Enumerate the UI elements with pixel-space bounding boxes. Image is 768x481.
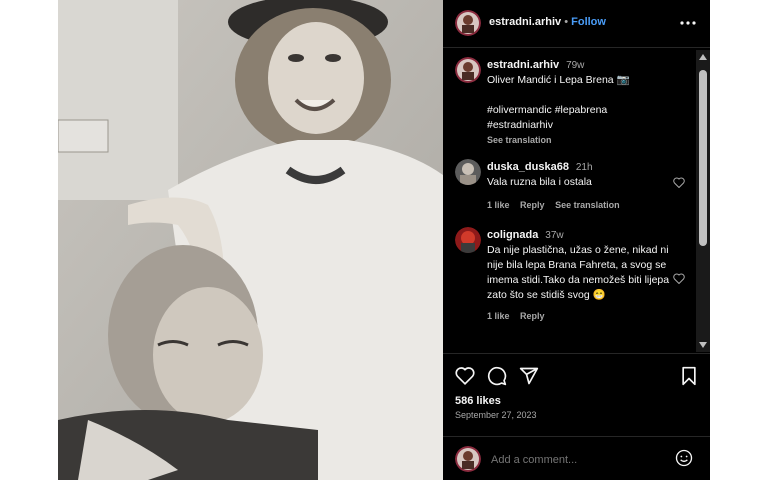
save-button[interactable] [680, 366, 698, 391]
avatar[interactable] [455, 159, 481, 185]
caption-time: 79w [566, 60, 585, 71]
caption-see-translation[interactable]: See translation [487, 133, 677, 148]
scrollbar-thumb[interactable] [699, 70, 707, 246]
share-button[interactable] [519, 366, 539, 391]
see-translation-link[interactable]: See translation [555, 200, 620, 210]
scroll-up-arrow-icon[interactable] [699, 54, 707, 60]
avatar-image [455, 10, 481, 36]
reply-button[interactable]: Reply [520, 200, 545, 210]
avatar[interactable] [455, 10, 481, 36]
heart-icon [673, 273, 685, 285]
comment-text: Da nije plastična, užas o žene, nikad ni… [487, 244, 670, 301]
heart-icon [455, 367, 475, 386]
post-image [58, 0, 443, 480]
more-options-icon[interactable] [679, 16, 697, 28]
comment-button[interactable] [487, 366, 507, 391]
avatar[interactable] [455, 227, 481, 253]
comment-text-block: duska_duska68 21h Vala ruzna bila i osta… [487, 160, 677, 213]
follow-button[interactable]: Follow [571, 16, 606, 28]
caption-text: Oliver Mandić i Lepa Brena 📷 [487, 74, 630, 86]
comment-username[interactable]: colignada [487, 229, 538, 241]
post-date: September 27, 2023 [455, 410, 537, 420]
post-panel: estradni.arhiv • Follow estradni.arhiv 7… [443, 0, 710, 480]
bookmark-icon [682, 366, 696, 386]
comments-scrollbar[interactable] [696, 50, 710, 352]
avatar [455, 446, 481, 472]
comment-input[interactable] [489, 450, 673, 470]
send-icon [519, 367, 539, 385]
post-actions: 586 likes September 27, 2023 [443, 353, 710, 436]
avatar-image [455, 159, 481, 185]
avatar-image [455, 227, 481, 253]
comment-likes[interactable]: 1 like [487, 200, 510, 210]
emoji-smile-icon [675, 449, 693, 467]
comment-meta: 1 like Reply See translation [487, 198, 677, 213]
comment-time: 37w [545, 230, 564, 241]
comments-section[interactable]: estradni.arhiv 79w Oliver Mandić i Lepa … [443, 48, 695, 353]
comment-text-block: colignada 37w Da nije plastična, užas o … [487, 228, 677, 324]
comment-time: 21h [575, 162, 593, 173]
comment-text: Vala ruzna bila i ostala [487, 176, 592, 188]
scroll-down-arrow-icon[interactable] [699, 342, 707, 348]
avatar-image [455, 446, 481, 472]
heart-icon [673, 177, 685, 189]
reply-button[interactable]: Reply [520, 311, 545, 321]
post-photo [58, 0, 443, 480]
caption-hashtags-1[interactable]: #olivermandic #lepabrena [487, 103, 677, 118]
likes-count[interactable]: 586 likes [455, 395, 501, 407]
avatar[interactable] [455, 57, 481, 83]
more-horizontal-icon [680, 21, 696, 25]
separator-dot: • [564, 16, 569, 28]
emoji-button[interactable] [675, 449, 693, 472]
caption-text-block: estradni.arhiv 79w Oliver Mandić i Lepa … [487, 58, 677, 148]
add-comment-bar [443, 436, 710, 481]
header-username[interactable]: estradni.arhiv [489, 16, 561, 28]
header-text: estradni.arhiv • Follow [489, 16, 606, 28]
comment-meta: 1 like Reply [487, 309, 677, 324]
avatar-image [455, 57, 481, 83]
comment-bubble-icon [487, 366, 507, 386]
caption-username[interactable]: estradni.arhiv [487, 59, 559, 71]
post-header: estradni.arhiv • Follow [443, 0, 710, 48]
like-comment-icon[interactable] [673, 271, 685, 289]
like-button[interactable] [455, 366, 475, 390]
like-comment-icon[interactable] [673, 175, 685, 193]
caption-hashtags-2[interactable]: #estradniarhiv [487, 118, 677, 133]
comment-username[interactable]: duska_duska68 [487, 161, 569, 173]
comment-likes[interactable]: 1 like [487, 311, 510, 321]
